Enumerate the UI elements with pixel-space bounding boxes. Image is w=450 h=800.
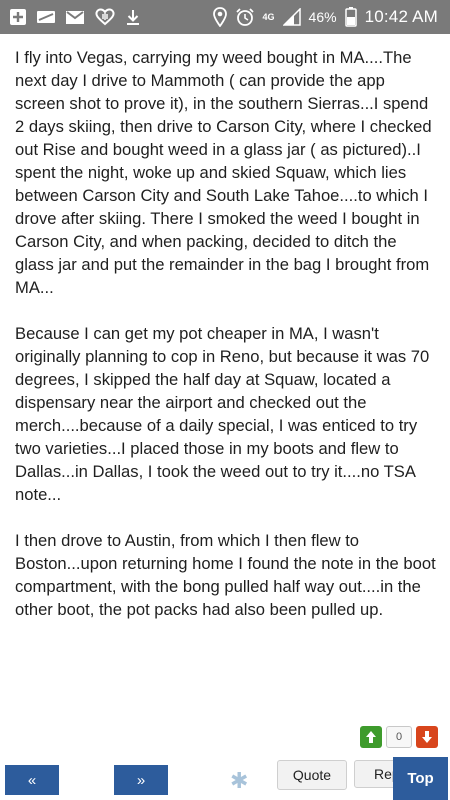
network-type-label: 4G bbox=[262, 12, 275, 22]
tape-icon bbox=[36, 9, 56, 25]
downvote-button[interactable] bbox=[416, 726, 438, 748]
location-icon bbox=[212, 7, 227, 27]
post-paragraph: Because I can get my pot cheaper in MA, … bbox=[15, 324, 430, 504]
gmail-icon bbox=[65, 10, 85, 25]
clock: 10:42 AM bbox=[364, 7, 438, 26]
battery-icon bbox=[344, 7, 357, 27]
post-body: I fly into Vegas, carrying my weed bough… bbox=[0, 34, 450, 714]
signal-icon bbox=[282, 8, 301, 26]
download-icon bbox=[125, 8, 141, 26]
arrow-up-icon bbox=[366, 731, 376, 743]
alarm-icon bbox=[235, 7, 255, 27]
vote-widget: 0 bbox=[360, 726, 438, 748]
battery-percent: 46% bbox=[308, 9, 337, 25]
upvote-button[interactable] bbox=[360, 726, 382, 748]
post-paragraph: I then drove to Austin, from which I the… bbox=[15, 531, 436, 619]
system-icons: 4G 46% 10:42 AM bbox=[212, 7, 450, 27]
bottom-toolbar: « » ✱ Quote Reply Top bbox=[0, 757, 450, 800]
add-box-icon bbox=[9, 8, 27, 26]
notification-icons bbox=[0, 8, 141, 26]
previous-page-button[interactable]: « bbox=[5, 765, 59, 795]
scroll-top-button[interactable]: Top bbox=[393, 757, 448, 800]
post-paragraph: I fly into Vegas, carrying my weed bough… bbox=[15, 48, 432, 297]
status-bar: 4G 46% 10:42 AM bbox=[0, 0, 450, 34]
star-icon[interactable]: ✱ bbox=[230, 768, 248, 794]
vote-count: 0 bbox=[386, 726, 412, 748]
quote-button[interactable]: Quote bbox=[277, 760, 347, 790]
iheart-icon bbox=[94, 8, 116, 26]
next-page-button[interactable]: » bbox=[114, 765, 168, 795]
arrow-down-icon bbox=[422, 731, 432, 743]
